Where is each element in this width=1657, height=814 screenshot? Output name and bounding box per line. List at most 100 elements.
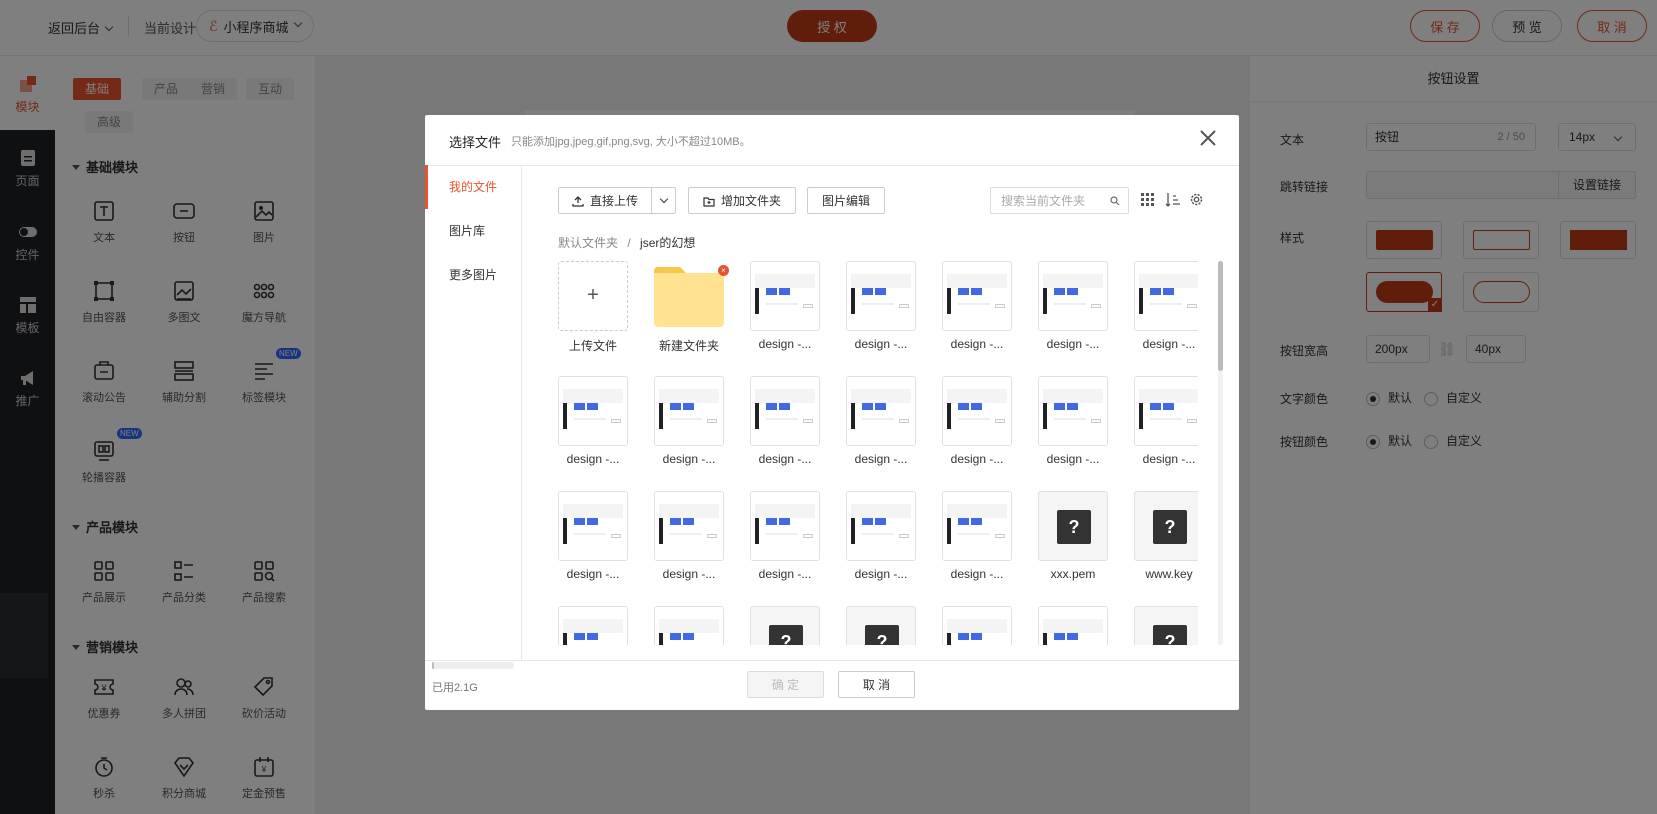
thumbnail-detail [670, 533, 702, 535]
image-thumbnail [654, 491, 724, 561]
thumbnail-detail [995, 304, 1005, 308]
grid-view-icon[interactable] [1141, 193, 1155, 207]
file-tile[interactable]: design -... [750, 491, 820, 583]
thumbnail-detail [1139, 403, 1143, 429]
thumbnail-detail [1067, 403, 1078, 410]
thumbnail-detail [1150, 403, 1161, 410]
file-tile[interactable]: design -... [846, 491, 916, 583]
upload-options-dropdown[interactable] [651, 187, 676, 214]
thumbnail-detail [574, 633, 585, 640]
file-tile[interactable]: design -... [942, 491, 1012, 583]
scrollbar-thumb[interactable] [1218, 261, 1223, 371]
footer-divider [425, 660, 1239, 661]
thumbnail-detail [563, 389, 623, 403]
file-name: design -... [854, 567, 908, 581]
file-tile[interactable]: design -... [750, 376, 820, 468]
file-name: design -... [854, 337, 908, 351]
side-item-image-library[interactable]: 图片库 [425, 209, 522, 253]
chevron-down-icon [659, 194, 668, 203]
file-tile[interactable]: design -... [1134, 376, 1198, 468]
thumbnail-detail [862, 518, 873, 525]
modal-side-nav: 我的文件 图片库 更多图片 已用2.1G [425, 165, 522, 694]
modal-cancel-button[interactable]: 取 消 [838, 671, 915, 698]
file-tile[interactable]: design -... [1134, 261, 1198, 353]
file-tile[interactable]: design -... [654, 491, 724, 583]
file-tile[interactable]: design -... [654, 376, 724, 468]
thumbnail-detail [875, 518, 886, 525]
thumbnail-detail [1043, 619, 1103, 633]
thumbnail-detail [1054, 303, 1086, 305]
image-thumbnail [846, 491, 916, 561]
file-tile[interactable] [1038, 606, 1108, 645]
file-tile[interactable] [654, 606, 724, 645]
thumbnail-detail [659, 389, 719, 403]
image-edit-button[interactable]: 图片编辑 [807, 187, 885, 214]
image-thumbnail [846, 376, 916, 446]
file-tile[interactable]: design -... [846, 261, 916, 353]
thumbnail-detail [958, 533, 990, 535]
add-folder-button[interactable]: 增加文件夹 [688, 187, 796, 214]
file-tile[interactable]: design -... [750, 261, 820, 353]
direct-upload-button[interactable]: 直接上传 [558, 187, 651, 214]
thumbnail-detail [1091, 304, 1101, 308]
image-thumbnail [1038, 376, 1108, 446]
new-folder-label: 新建文件夹 [658, 339, 719, 353]
file-tile[interactable]: design -... [558, 491, 628, 583]
upload-file-label: 上传文件 [568, 339, 617, 353]
thumbnail-detail [611, 534, 621, 538]
thumbnail-detail [659, 403, 663, 429]
close-icon[interactable] [1197, 127, 1219, 149]
file-tile[interactable]: design -... [1038, 376, 1108, 468]
file-tile[interactable]: design -... [1038, 261, 1108, 353]
breadcrumb: 默认文件夹 / jser的幻想 [558, 234, 695, 251]
unknown-file-thumbnail: ? [1134, 606, 1198, 645]
upload-file-tile[interactable]: + 上传文件 [558, 261, 628, 353]
sort-icon[interactable] [1165, 192, 1181, 208]
thumbnail-detail [958, 518, 969, 525]
file-tile[interactable]: ? xxx.pem [1038, 491, 1108, 583]
thumbnail-detail [995, 419, 1005, 423]
image-thumbnail [558, 606, 628, 645]
breadcrumb-root[interactable]: 默认文件夹 [558, 236, 618, 250]
thumbnail-detail [971, 518, 982, 525]
question-mark-icon: ? [769, 625, 803, 645]
file-tile[interactable]: design -... [942, 376, 1012, 468]
thumbnail-detail [851, 389, 911, 403]
remove-badge-icon[interactable]: × [718, 265, 729, 276]
file-tile[interactable]: ? [750, 606, 820, 645]
file-name: xxx.pem [1050, 567, 1096, 581]
thumbnail-detail [659, 619, 719, 633]
file-name: design -... [662, 567, 716, 581]
new-folder-tile[interactable]: × 新建文件夹 [654, 261, 729, 353]
file-tile[interactable]: design -... [846, 376, 916, 468]
search-input[interactable]: 搜索当前文件夹 [990, 187, 1129, 214]
file-tile[interactable] [558, 606, 628, 645]
file-tile[interactable]: ? [846, 606, 916, 645]
file-name: design -... [566, 567, 620, 581]
add-folder-icon [703, 196, 715, 207]
search-placeholder: 搜索当前文件夹 [1001, 194, 1086, 208]
thumbnail-detail [1150, 303, 1182, 305]
folder-icon [654, 267, 724, 327]
image-thumbnail [846, 261, 916, 331]
file-name: design -... [1046, 337, 1100, 351]
unknown-file-thumbnail: ? [1134, 491, 1198, 561]
thumbnail-detail [1067, 633, 1078, 640]
thumbnail-detail [958, 288, 969, 295]
side-item-more-images[interactable]: 更多图片 [425, 253, 522, 297]
file-name: design -... [1142, 452, 1196, 466]
file-tile[interactable]: design -... [558, 376, 628, 468]
image-thumbnail [654, 606, 724, 645]
gear-icon[interactable] [1189, 192, 1204, 207]
thumbnail-detail [574, 518, 585, 525]
side-item-my-files[interactable]: 我的文件 [425, 165, 522, 209]
thumbnail-detail [574, 403, 585, 410]
thumbnail-detail [1163, 288, 1174, 295]
file-tile[interactable] [942, 606, 1012, 645]
thumbnail-detail [779, 518, 790, 525]
file-tile[interactable]: design -... [942, 261, 1012, 353]
file-tile[interactable]: ? [1134, 606, 1198, 645]
file-tile[interactable]: ? www.key [1134, 491, 1198, 583]
confirm-button[interactable]: 确 定 [747, 671, 824, 698]
image-thumbnail [1134, 376, 1198, 446]
